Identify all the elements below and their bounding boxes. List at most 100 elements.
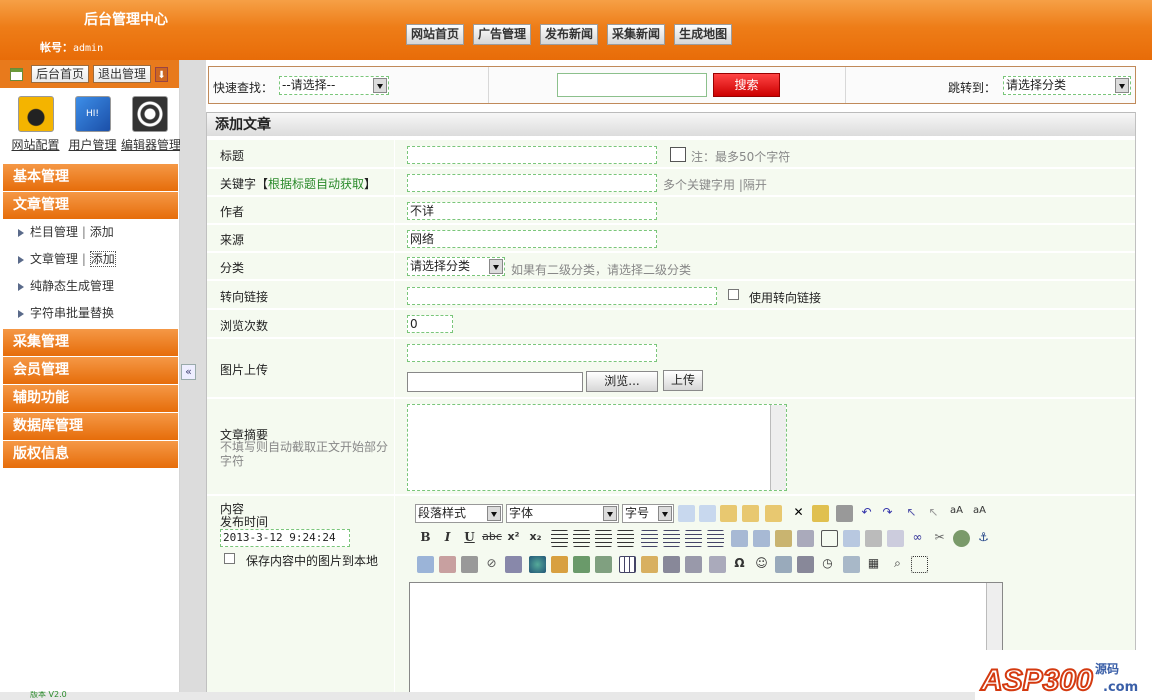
menu-collect[interactable]: 采集管理 [3, 329, 178, 356]
fullscreen-icon[interactable] [911, 556, 928, 573]
nav-collect-news[interactable]: 采集新闻 [607, 24, 666, 45]
insert-file-icon[interactable] [505, 556, 522, 573]
grid-icon[interactable]: ▦ [865, 556, 882, 573]
color-picker-icon[interactable] [670, 147, 686, 162]
emoticon-icon[interactable]: ☺ [753, 556, 770, 573]
content-editor[interactable] [409, 582, 1003, 700]
form-icon[interactable] [685, 556, 702, 573]
menu-copyright[interactable]: 版权信息 [3, 441, 178, 468]
font-size-select[interactable]: 字号 [622, 504, 674, 523]
image-path-input[interactable] [407, 344, 657, 362]
category-select[interactable]: 请选择分类 [407, 257, 505, 276]
link-icon[interactable]: ∞ [909, 530, 926, 547]
font-decrease-icon[interactable]: aA [971, 505, 988, 522]
image-map-icon[interactable] [953, 530, 970, 547]
paste-word-icon[interactable] [765, 505, 782, 522]
excel-icon[interactable] [797, 556, 814, 573]
menu-basic[interactable]: 基本管理 [3, 164, 178, 191]
auto-keyword-link[interactable]: 根据标题自动获取 [268, 177, 364, 191]
author-input[interactable]: 不详 [407, 202, 657, 220]
paragraph-icon[interactable] [709, 556, 726, 573]
nav-ad-manage[interactable]: 广告管理 [473, 24, 532, 45]
special-char-icon[interactable]: Ω [731, 556, 748, 573]
template-icon[interactable] [775, 556, 792, 573]
align-center-icon[interactable] [573, 530, 590, 547]
submenu-article-add[interactable]: 添加 [89, 251, 116, 267]
strikethrough-icon[interactable]: abc [482, 530, 502, 547]
format-brush-icon[interactable] [775, 530, 792, 547]
submenu-category-add[interactable]: 添加 [90, 225, 114, 239]
menu-auxiliary[interactable]: 辅助功能 [3, 385, 178, 412]
marquee-icon[interactable] [887, 530, 904, 547]
submenu-category-manage[interactable]: 栏目管理 [30, 225, 78, 239]
user-manage-link[interactable]: HI! 用户管理 [64, 96, 121, 153]
insert-media-icon[interactable] [461, 556, 478, 573]
superscript-icon[interactable]: x² [505, 530, 522, 547]
cut-icon[interactable] [678, 505, 695, 522]
nav-generate-map[interactable]: 生成地图 [674, 24, 733, 45]
insert-chart-icon[interactable] [573, 556, 590, 573]
keyword-input[interactable] [407, 174, 657, 192]
div-icon[interactable] [843, 530, 860, 547]
select-icon[interactable]: ↖ [903, 505, 920, 522]
font-increase-icon[interactable]: aA [948, 505, 965, 522]
undo-icon[interactable]: ↶ [858, 505, 875, 522]
table-icon[interactable] [619, 556, 636, 573]
remote-upload-icon[interactable] [551, 556, 568, 573]
source-input[interactable]: 网络 [407, 230, 657, 248]
search-icon[interactable]: ⌕ [889, 556, 906, 573]
indent-icon[interactable] [707, 530, 724, 547]
menu-member[interactable]: 会员管理 [3, 357, 178, 384]
pubtime-input[interactable]: 2013-3-12 9:24:24 [220, 529, 350, 547]
absolute-position-icon[interactable] [797, 530, 814, 547]
hr-icon[interactable] [865, 530, 882, 547]
bg-color-icon[interactable] [753, 530, 770, 547]
site-config-link[interactable]: 网站配置 [7, 96, 64, 153]
table-props-icon[interactable] [641, 556, 658, 573]
cursor-icon[interactable]: ↖ [925, 505, 942, 522]
summary-textarea[interactable] [407, 404, 787, 491]
nav-publish-news[interactable]: 发布新闻 [540, 24, 599, 45]
menu-database[interactable]: 数据库管理 [3, 413, 178, 440]
submenu-static[interactable]: 纯静态生成管理 [0, 273, 179, 300]
italic-icon[interactable]: I [439, 530, 456, 547]
search-category-select[interactable]: --请选择-- [279, 76, 389, 95]
ordered-list-icon[interactable] [641, 530, 658, 547]
redo-icon[interactable]: ↷ [879, 505, 896, 522]
unlink-icon[interactable]: ✂ [931, 530, 948, 547]
outdent-icon[interactable] [685, 530, 702, 547]
search-button[interactable]: 搜索 [713, 73, 780, 97]
subscript-icon[interactable]: x₂ [527, 530, 544, 547]
file-input[interactable] [407, 372, 583, 392]
datetime-icon[interactable]: ◷ [819, 556, 836, 573]
editor-manage-link[interactable]: 编辑器管理 [121, 96, 181, 153]
paste-icon[interactable] [720, 505, 737, 522]
delete-icon[interactable]: ✕ [790, 505, 807, 522]
use-redirect-checkbox[interactable] [728, 289, 739, 300]
paste-text-icon[interactable] [742, 505, 759, 522]
submenu-replace[interactable]: 字符串批量替换 [0, 300, 179, 327]
find-icon[interactable] [836, 505, 853, 522]
frame-icon[interactable] [821, 530, 838, 547]
text-color-icon[interactable] [731, 530, 748, 547]
scrollbar[interactable] [770, 405, 786, 490]
globe-icon[interactable] [529, 556, 546, 573]
save-images-checkbox[interactable] [224, 553, 235, 564]
insert-image-icon[interactable] [417, 556, 434, 573]
redirect-input[interactable] [407, 287, 717, 305]
unordered-list-icon[interactable] [663, 530, 680, 547]
search-input[interactable] [557, 73, 707, 97]
collapse-sidebar-button[interactable]: « [181, 364, 196, 380]
browse-button[interactable]: 浏览... [586, 371, 658, 392]
admin-home-button[interactable]: 后台首页 [31, 65, 90, 83]
views-input[interactable]: 0 [407, 315, 453, 333]
gallery-icon[interactable] [595, 556, 612, 573]
align-left-icon[interactable] [551, 530, 568, 547]
logout-button[interactable]: 退出管理 [93, 65, 152, 83]
title-input[interactable] [407, 146, 657, 164]
paragraph-style-select[interactable]: 段落样式 [415, 504, 503, 523]
copy-icon[interactable] [699, 505, 716, 522]
justify-icon[interactable] [617, 530, 634, 547]
align-right-icon[interactable] [595, 530, 612, 547]
anchor-icon[interactable]: ⚓ [975, 530, 992, 547]
